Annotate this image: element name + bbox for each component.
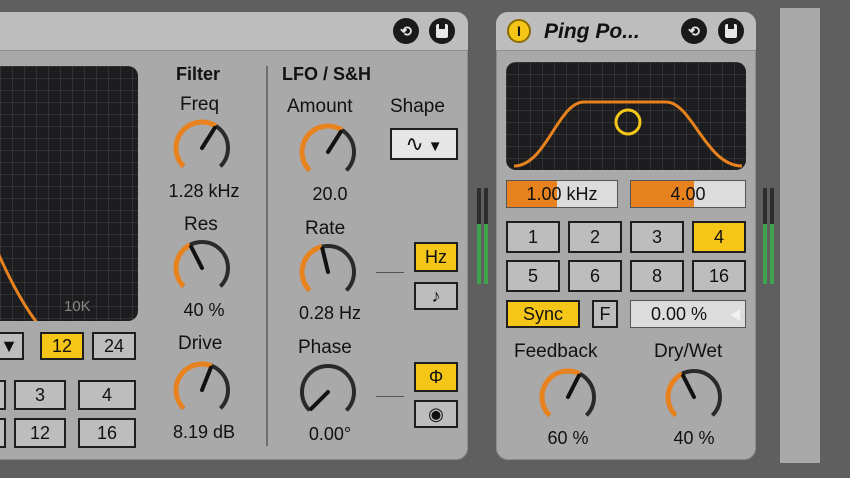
beat-button[interactable]: 16 <box>692 260 746 292</box>
beat-button[interactable]: 3 <box>14 380 66 410</box>
connector-line <box>376 396 404 397</box>
sine-wave-icon: ∿ <box>405 131 424 156</box>
save-preset-icon[interactable] <box>429 18 455 44</box>
freq-label: Freq <box>180 94 220 115</box>
output-meter-left <box>477 188 481 284</box>
phase-value[interactable]: 0.00° <box>282 424 378 445</box>
phi-icon: Φ <box>428 367 444 387</box>
shape-label: Shape <box>390 96 445 117</box>
save-preset-icon[interactable] <box>718 18 744 44</box>
sync-button[interactable]: Sync <box>506 300 580 328</box>
drywet-label: Dry/Wet <box>654 341 723 362</box>
rate-label: Rate <box>305 218 346 239</box>
amount-label: Amount <box>287 96 353 117</box>
phase-knob[interactable] <box>298 362 358 422</box>
output-meter-left <box>763 188 767 284</box>
output-meter-right <box>484 188 488 284</box>
feedback-knob[interactable] <box>538 367 598 427</box>
width-field-value: 4.00 <box>670 184 706 204</box>
rate-value[interactable]: 0.28 Hz <box>282 303 378 324</box>
beat-button[interactable]: 3 <box>630 221 684 253</box>
amount-value[interactable]: 20.0 <box>282 184 378 205</box>
slider-arrow-icon <box>731 309 740 321</box>
feedback-value[interactable]: 60 % <box>520 428 616 449</box>
drywet-value[interactable]: 40 % <box>646 428 742 449</box>
hot-swap-icon[interactable]: ⟲ <box>393 18 419 44</box>
beat-button[interactable]: 8 <box>630 260 684 292</box>
offset-field-value: 0.00 % <box>650 304 708 324</box>
device-chain-edge <box>780 8 820 463</box>
beat-button[interactable]: 12 <box>14 418 66 448</box>
drive-value[interactable]: 8.19 dB <box>156 422 252 443</box>
slope-24-button[interactable]: 24 <box>92 332 136 360</box>
filter-heading: Filter <box>176 64 221 84</box>
width-field[interactable]: 4.00 <box>630 180 746 208</box>
chevron-down-icon: ▼ <box>427 138 443 155</box>
shape-dropdown[interactable]: ∿ ▼ <box>390 128 458 160</box>
amount-knob[interactable] <box>298 122 358 182</box>
drive-knob[interactable] <box>172 360 232 420</box>
note-sync-button[interactable]: ♪ <box>414 282 458 310</box>
beat-button-partial[interactable] <box>0 418 6 448</box>
spin-icon: ◉ <box>428 404 444 424</box>
music-note-icon: ♪ <box>431 286 441 306</box>
spin-mode-button[interactable]: ◉ <box>414 400 458 428</box>
filter-curve <box>0 253 38 321</box>
chevron-down-icon: ▼ <box>0 336 18 356</box>
output-meter-right <box>770 188 774 284</box>
delay-filter-display[interactable] <box>506 62 746 170</box>
beat-button[interactable]: 1 <box>506 221 560 253</box>
filter-response-display[interactable]: 10K <box>0 66 138 321</box>
beat-button-partial[interactable] <box>0 380 6 410</box>
freq-field-value: 1.00 kHz <box>526 184 598 204</box>
res-knob[interactable] <box>172 238 232 298</box>
freq-knob[interactable] <box>172 118 232 178</box>
slope-dropdown[interactable]: ▼ <box>0 332 24 360</box>
offset-field[interactable]: 0.00 % <box>630 300 746 328</box>
rate-knob[interactable] <box>298 242 358 302</box>
connector-line <box>376 272 404 273</box>
hz-button[interactable]: Hz <box>414 242 458 272</box>
freeze-button[interactable]: F <box>592 300 618 328</box>
phase-label: Phase <box>298 337 352 358</box>
beat-button[interactable]: 4 <box>78 380 136 410</box>
device-power-icon[interactable]: I <box>507 19 531 43</box>
slope-12-button[interactable]: 12 <box>40 332 84 360</box>
beat-button[interactable]: 6 <box>568 260 622 292</box>
res-label: Res <box>184 214 218 235</box>
freq-field[interactable]: 1.00 kHz <box>506 180 618 208</box>
hot-swap-icon[interactable]: ⟲ <box>681 18 707 44</box>
lfo-heading: LFO / S&H <box>282 64 371 84</box>
drive-label: Drive <box>178 333 223 354</box>
freq-value[interactable]: 1.28 kHz <box>156 181 252 202</box>
beat-button-selected[interactable]: 4 <box>692 221 746 253</box>
filter-display-freq-label: 10K <box>64 298 91 315</box>
beat-button[interactable]: 16 <box>78 418 136 448</box>
drywet-knob[interactable] <box>664 367 724 427</box>
section-divider <box>266 66 268 446</box>
res-value[interactable]: 40 % <box>156 300 252 321</box>
delay-filter-curve <box>513 100 743 168</box>
phase-mode-button[interactable]: Φ <box>414 362 458 392</box>
beat-button[interactable]: 5 <box>506 260 560 292</box>
device-title: Ping Po... <box>544 20 640 43</box>
feedback-label: Feedback <box>514 341 598 362</box>
beat-button[interactable]: 2 <box>568 221 622 253</box>
